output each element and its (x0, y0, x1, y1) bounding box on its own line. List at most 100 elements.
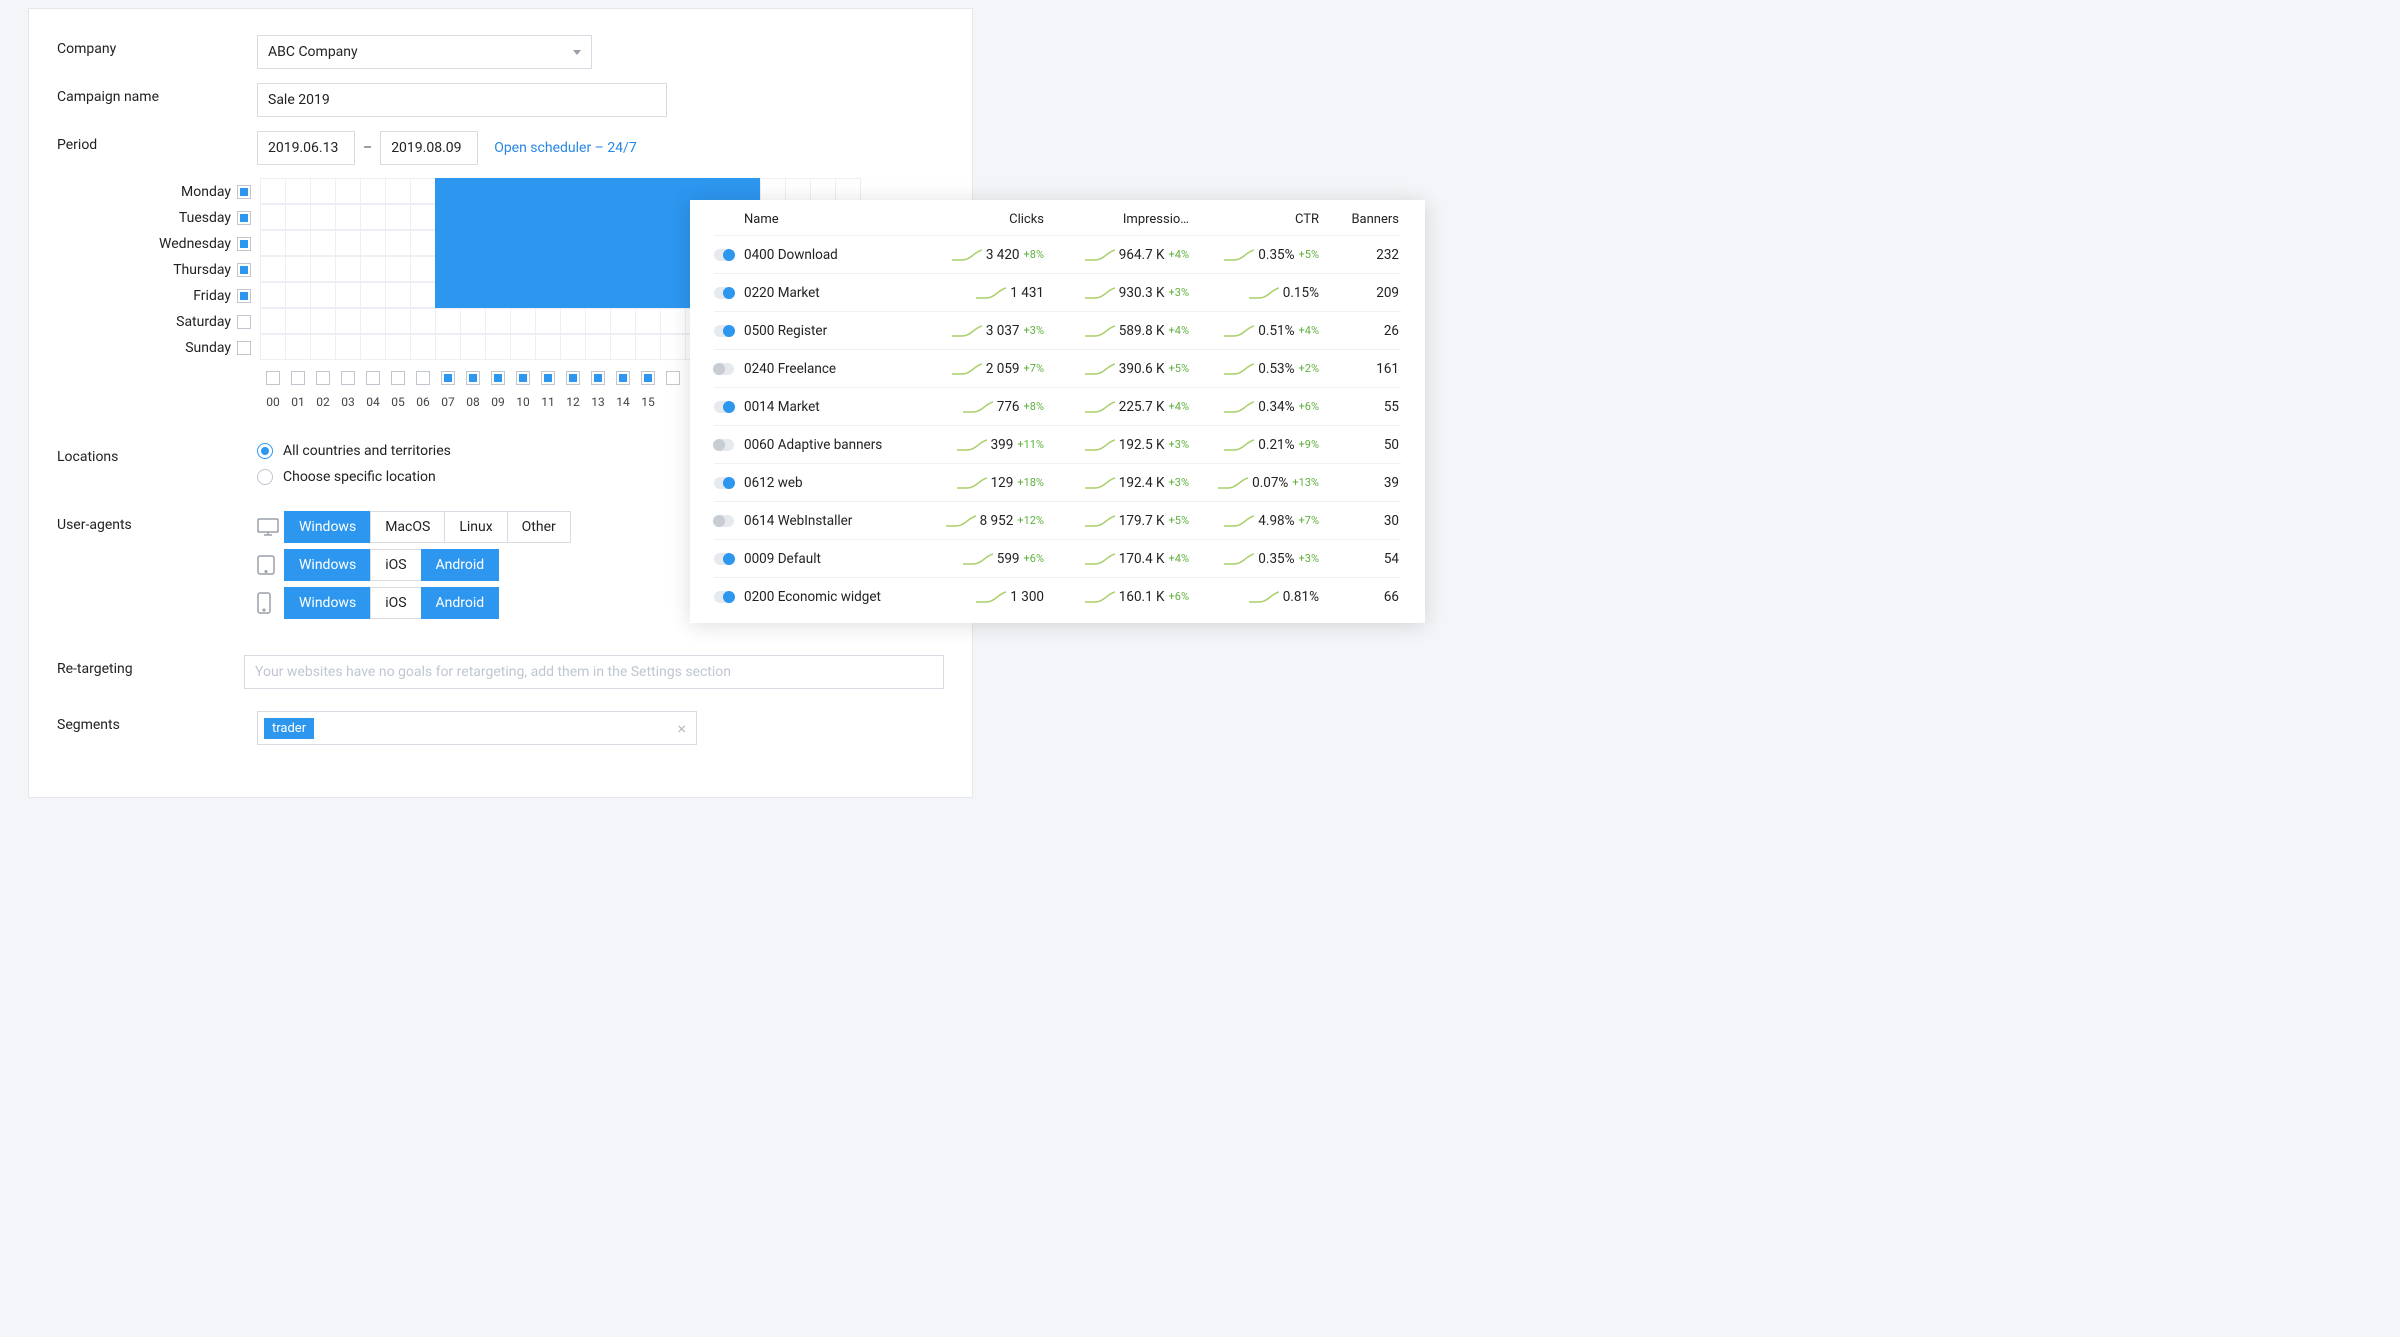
schedule-slot[interactable] (660, 334, 686, 360)
campaign-name[interactable]: 0612 web (744, 475, 914, 491)
schedule-slot[interactable] (285, 204, 311, 230)
schedule-slot[interactable] (510, 256, 536, 282)
schedule-slot[interactable] (385, 282, 411, 308)
campaign-name-input[interactable]: Sale 2019 (257, 83, 667, 117)
schedule-slot[interactable] (285, 178, 311, 204)
schedule-slot[interactable] (335, 334, 361, 360)
schedule-slot[interactable] (385, 334, 411, 360)
schedule-slot[interactable] (360, 282, 386, 308)
schedule-hour-checkbox[interactable] (391, 371, 405, 385)
schedule-slot[interactable] (260, 282, 286, 308)
schedule-slot[interactable] (460, 334, 486, 360)
schedule-slot[interactable] (360, 230, 386, 256)
schedule-slot[interactable] (310, 256, 336, 282)
schedule-day-checkbox[interactable] (237, 341, 251, 355)
schedule-slot[interactable] (585, 178, 611, 204)
schedule-slot[interactable] (585, 334, 611, 360)
schedule-day-checkbox[interactable] (237, 211, 251, 225)
schedule-slot[interactable] (610, 308, 636, 334)
schedule-slot[interactable] (285, 308, 311, 334)
schedule-hour-checkbox[interactable] (441, 371, 455, 385)
schedule-slot[interactable] (310, 178, 336, 204)
schedule-slot[interactable] (535, 308, 561, 334)
schedule-slot[interactable] (635, 308, 661, 334)
schedule-hour-checkbox[interactable] (491, 371, 505, 385)
campaign-toggle[interactable] (714, 401, 734, 413)
schedule-hour-checkbox[interactable] (616, 371, 630, 385)
schedule-slot[interactable] (360, 308, 386, 334)
schedule-slot[interactable] (635, 204, 661, 230)
segment-tag[interactable]: trader (264, 718, 314, 739)
schedule-slot[interactable] (285, 334, 311, 360)
schedule-day-checkbox[interactable] (237, 289, 251, 303)
schedule-slot[interactable] (560, 282, 586, 308)
schedule-slot[interactable] (385, 204, 411, 230)
campaign-name[interactable]: 0009 Default (744, 551, 914, 567)
schedule-slot[interactable] (560, 334, 586, 360)
schedule-slot[interactable] (310, 204, 336, 230)
schedule-slot[interactable] (585, 282, 611, 308)
schedule-slot[interactable] (385, 178, 411, 204)
schedule-slot[interactable] (310, 230, 336, 256)
schedule-slot[interactable] (610, 256, 636, 282)
schedule-slot[interactable] (410, 178, 436, 204)
schedule-slot[interactable] (660, 308, 686, 334)
campaign-name[interactable]: 0200 Economic widget (744, 589, 914, 605)
schedule-slot[interactable] (610, 282, 636, 308)
period-from-input[interactable]: 2019.06.13 (257, 131, 355, 165)
schedule-slot[interactable] (335, 308, 361, 334)
ua-tablet-ios-button[interactable]: iOS (370, 549, 421, 581)
schedule-slot[interactable] (435, 204, 461, 230)
campaign-toggle[interactable] (714, 591, 734, 603)
schedule-slot[interactable] (385, 256, 411, 282)
schedule-hour-checkbox[interactable] (266, 371, 280, 385)
schedule-slot[interactable] (260, 204, 286, 230)
schedule-day-checkbox[interactable] (237, 263, 251, 277)
ua-desktop-other-button[interactable]: Other (507, 511, 571, 543)
retargeting-input[interactable]: Your websites have no goals for retarget… (244, 655, 944, 689)
schedule-slot[interactable] (660, 282, 686, 308)
ua-desktop-macos-button[interactable]: MacOS (370, 511, 445, 543)
schedule-slot[interactable] (560, 178, 586, 204)
schedule-slot[interactable] (460, 308, 486, 334)
schedule-hour-checkbox[interactable] (591, 371, 605, 385)
schedule-slot[interactable] (285, 256, 311, 282)
schedule-slot[interactable] (510, 204, 536, 230)
schedule-slot[interactable] (560, 256, 586, 282)
schedule-slot[interactable] (310, 334, 336, 360)
ua-mobile-android-button[interactable]: Android (421, 587, 500, 619)
schedule-slot[interactable] (435, 282, 461, 308)
schedule-slot[interactable] (435, 308, 461, 334)
schedule-slot[interactable] (635, 282, 661, 308)
schedule-slot[interactable] (410, 204, 436, 230)
schedule-slot[interactable] (435, 178, 461, 204)
segments-input[interactable]: trader × (257, 711, 697, 745)
schedule-hour-checkbox[interactable] (366, 371, 380, 385)
campaign-name[interactable]: 0614 WebInstaller (744, 513, 914, 529)
company-select[interactable]: ABC Company (257, 35, 592, 69)
schedule-slot[interactable] (560, 230, 586, 256)
schedule-slot[interactable] (335, 256, 361, 282)
schedule-slot[interactable] (335, 282, 361, 308)
schedule-slot[interactable] (435, 334, 461, 360)
schedule-slot[interactable] (535, 256, 561, 282)
schedule-hour-checkbox[interactable] (291, 371, 305, 385)
schedule-hour-checkbox[interactable] (316, 371, 330, 385)
table-header[interactable]: Impressio… (1044, 212, 1189, 227)
schedule-slot[interactable] (435, 230, 461, 256)
campaign-toggle[interactable] (714, 553, 734, 565)
schedule-hour-checkbox[interactable] (416, 371, 430, 385)
ua-desktop-windows-button[interactable]: Windows (284, 511, 371, 543)
ua-tablet-android-button[interactable]: Android (421, 549, 500, 581)
table-header[interactable]: Name (744, 212, 914, 227)
schedule-slot[interactable] (560, 204, 586, 230)
schedule-hour-checkbox[interactable] (566, 371, 580, 385)
schedule-slot[interactable] (360, 334, 386, 360)
schedule-slot[interactable] (510, 308, 536, 334)
schedule-slot[interactable] (635, 334, 661, 360)
schedule-slot[interactable] (585, 204, 611, 230)
schedule-day-checkbox[interactable] (237, 315, 251, 329)
campaign-name[interactable]: 0060 Adaptive banners (744, 437, 914, 453)
campaign-name[interactable]: 0500 Register (744, 323, 914, 339)
campaign-name[interactable]: 0014 Market (744, 399, 914, 415)
